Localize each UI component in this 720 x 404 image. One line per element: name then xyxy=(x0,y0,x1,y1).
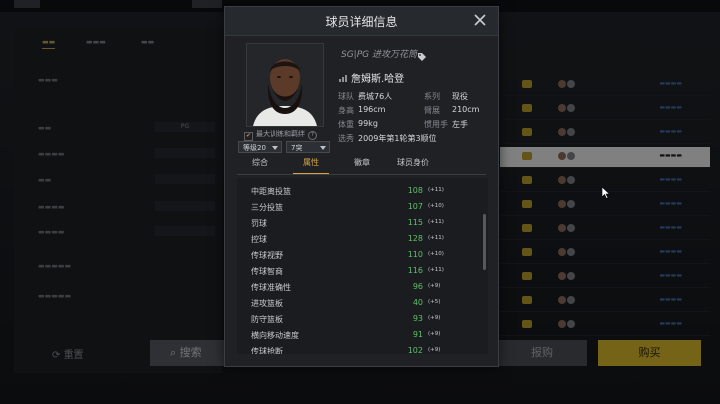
attribute-name: 传球抢断 xyxy=(251,347,283,354)
attribute-value: 128 xyxy=(407,234,423,243)
scrollbar[interactable] xyxy=(483,214,486,270)
player-detail-modal: 球员详细信息 ✔ 最大训练和羁绊? 等级20 7突 SG|PG 进攻万花筒 詹姆斯… xyxy=(224,6,499,367)
position-tag: SG|PG 进攻万花筒 xyxy=(341,50,417,60)
attribute-name: 传球智商 xyxy=(251,267,283,276)
max-train-label: 最大训练和羁绊 xyxy=(256,130,305,138)
attribute-row: 中距离投篮 108 (+11) xyxy=(251,183,451,199)
info-label: 臂展 xyxy=(424,106,440,115)
attribute-list[interactable]: 中距离投篮 108 (+11) 三分投篮 107 (+10) 罚球 115 (+11) 控球… xyxy=(237,178,488,354)
attribute-bonus: (+9) xyxy=(428,331,441,337)
attribute-name: 三分投篮 xyxy=(251,203,283,212)
tabs-divider xyxy=(237,174,486,175)
max-train-toggle[interactable]: ✔ 最大训练和羁绊? xyxy=(244,129,317,141)
attribute-row: 横向移动速度 91 (+9) xyxy=(251,327,451,343)
chevron-down-icon xyxy=(272,146,278,150)
close-icon[interactable] xyxy=(472,12,488,28)
checkbox-icon[interactable]: ✔ xyxy=(244,132,253,141)
help-icon[interactable]: ? xyxy=(308,131,317,140)
attribute-row: 传球视野 110 (+10) xyxy=(251,247,451,263)
info-value: 196cm xyxy=(358,105,386,114)
tag-icon[interactable] xyxy=(417,47,427,61)
info-label: 体重 xyxy=(338,120,354,129)
attribute-value: 108 xyxy=(407,186,423,195)
attribute-name: 罚球 xyxy=(251,219,267,228)
attribute-name: 控球 xyxy=(251,235,267,244)
attribute-bonus: (+10) xyxy=(428,203,444,209)
attribute-row: 三分投篮 107 (+10) xyxy=(251,199,451,215)
info-value: 左手 xyxy=(452,120,468,129)
player-name-row: 詹姆斯.哈登 xyxy=(339,70,404,85)
attribute-bonus: (+11) xyxy=(428,187,444,193)
attribute-bonus: (+9) xyxy=(428,283,441,289)
attribute-bonus: (+11) xyxy=(428,267,444,273)
attribute-value: 91 xyxy=(412,330,423,339)
signal-icon xyxy=(339,74,347,85)
info-label: 系列 xyxy=(424,92,440,101)
tab-badges[interactable]: 徽章 xyxy=(354,157,370,175)
info-label: 球队 xyxy=(338,92,354,101)
info-weight: 体重 99kg xyxy=(338,119,378,132)
modal-title: 球员详细信息 xyxy=(325,15,398,29)
attribute-bonus: (+10) xyxy=(428,251,444,257)
attribute-row: 传球智商 116 (+11) xyxy=(251,263,451,279)
attribute-row: 进攻篮板 40 (+5) xyxy=(251,295,451,311)
level-select-value: 等级20 xyxy=(243,144,266,152)
level-select[interactable]: 等级20 xyxy=(238,141,282,153)
info-value: 现役 xyxy=(452,92,468,101)
attribute-value: 93 xyxy=(412,314,423,323)
attribute-value: 110 xyxy=(407,250,423,259)
attribute-value: 96 xyxy=(412,282,423,291)
tab-player-value[interactable]: 球员身价 xyxy=(397,157,429,175)
breakthrough-select[interactable]: 7突 xyxy=(286,141,330,153)
info-value: 费城76人 xyxy=(358,92,393,101)
info-value: 210cm xyxy=(452,105,480,114)
attribute-value: 40 xyxy=(412,298,423,307)
info-label: 身高 xyxy=(338,106,354,115)
attribute-row: 传球准确性 96 (+9) xyxy=(251,279,451,295)
attribute-name: 横向移动速度 xyxy=(251,331,299,340)
attribute-value: 102 xyxy=(407,346,423,354)
info-wingspan: 臂展 210cm xyxy=(424,105,479,118)
tab-overview[interactable]: 综合 xyxy=(252,157,268,175)
attribute-bonus: (+11) xyxy=(428,235,444,241)
modal-header: 球员详细信息 xyxy=(225,7,498,36)
tab-attributes[interactable]: 属性 xyxy=(293,157,329,175)
breakthrough-select-value: 7突 xyxy=(291,144,303,152)
mouse-cursor-icon xyxy=(601,184,611,199)
info-value: 99kg xyxy=(358,119,378,128)
attribute-bonus: (+9) xyxy=(428,315,441,321)
attribute-value: 107 xyxy=(407,202,423,211)
attribute-row: 控球 128 (+11) xyxy=(251,231,451,247)
attribute-row: 罚球 115 (+11) xyxy=(251,215,451,231)
info-value: 2009年第1轮第3顺位 xyxy=(358,134,437,143)
attribute-row: 传球抢断 102 (+9) xyxy=(251,343,451,354)
attribute-name: 进攻篮板 xyxy=(251,299,283,308)
info-draft: 选秀 2009年第1轮第3顺位 xyxy=(338,133,437,146)
attribute-bonus: (+5) xyxy=(428,299,441,305)
attribute-value: 115 xyxy=(407,218,423,227)
player-portrait xyxy=(246,43,324,127)
attribute-name: 传球视野 xyxy=(251,251,283,260)
info-series: 系列 现役 xyxy=(424,91,468,104)
info-label: 选秀 xyxy=(338,134,354,143)
info-label: 惯用手 xyxy=(424,120,448,129)
attribute-name: 防守篮板 xyxy=(251,315,283,324)
info-team: 球队 费城76人 xyxy=(338,91,392,104)
info-height: 身高 196cm xyxy=(338,105,385,118)
attribute-name: 中距离投篮 xyxy=(251,187,291,196)
attribute-name: 传球准确性 xyxy=(251,283,291,292)
detail-tabs: 综合 属性 徽章 球员身价 xyxy=(237,157,486,175)
chevron-down-icon xyxy=(320,146,326,150)
attribute-bonus: (+11) xyxy=(428,219,444,225)
attribute-value: 116 xyxy=(407,266,423,275)
attribute-bonus: (+9) xyxy=(428,347,441,353)
info-hand: 惯用手 左手 xyxy=(424,119,468,132)
attribute-row: 防守篮板 93 (+9) xyxy=(251,311,451,327)
player-name: 詹姆斯.哈登 xyxy=(351,74,405,85)
